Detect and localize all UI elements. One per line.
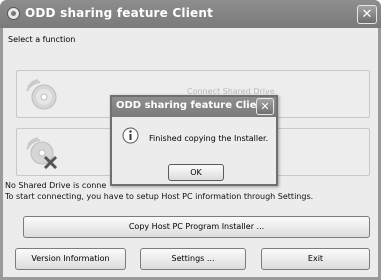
window-title: ODD sharing feature Client [25,6,214,20]
ok-button[interactable]: OK [168,164,224,181]
settings-button[interactable]: Settings ... [140,248,246,270]
status-line-1: No Shared Drive is conne [5,181,107,190]
version-information-button[interactable]: Version Information [15,248,126,270]
disc-disconnect-icon [26,137,58,169]
dialog-message: Finished copying the Installer. [149,134,269,143]
info-icon [122,127,139,144]
disc-share-icon [26,79,57,110]
message-dialog: ODD sharing feature Client ✕ Finished co… [110,95,278,186]
main-window: ODD sharing feature Client ✕ Select a fu… [0,0,381,280]
status-line-2: To start connecting, you have to setup H… [5,192,314,201]
dialog-title-bar[interactable]: ODD sharing feature Client ✕ [112,97,276,117]
dialog-title: ODD sharing feature Client [116,100,269,111]
app-icon [7,7,20,20]
window-close-button[interactable]: ✕ [357,5,377,24]
dialog-close-button[interactable]: ✕ [256,98,274,115]
title-bar[interactable]: ODD sharing feature Client ✕ [0,0,381,28]
exit-button[interactable]: Exit [261,248,370,270]
select-function-label: Select a function [8,35,76,44]
copy-installer-button[interactable]: Copy Host PC Program Installer ... [23,216,370,238]
